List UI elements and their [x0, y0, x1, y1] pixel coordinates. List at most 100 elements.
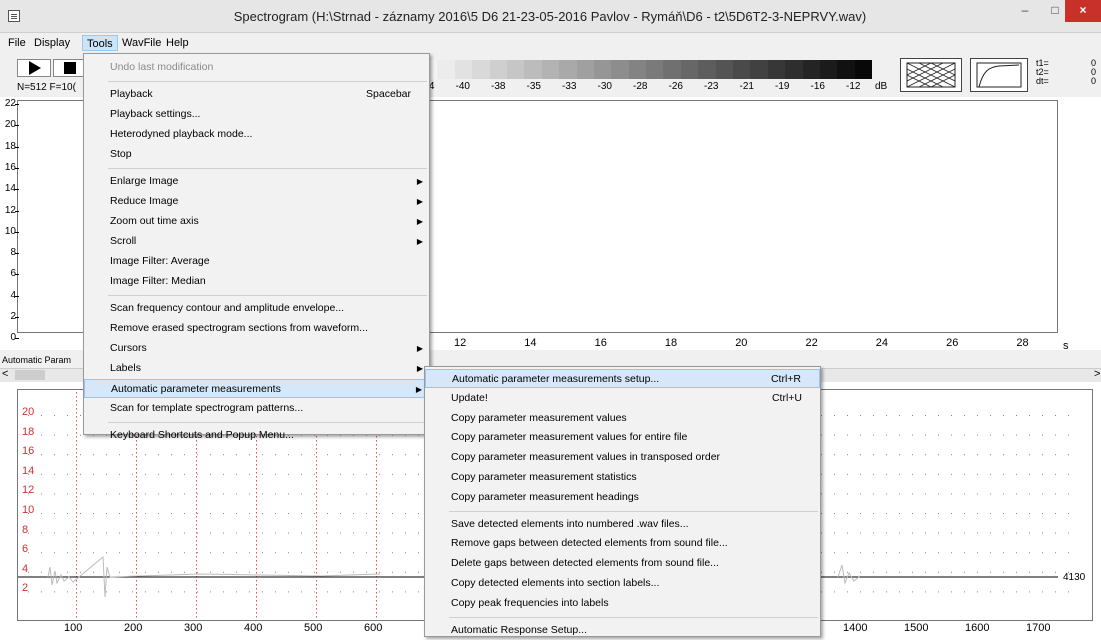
grid-dot	[136, 468, 137, 470]
frequency-tick-mark	[15, 167, 19, 169]
grid-dot	[210, 532, 211, 534]
grid-dot	[376, 608, 377, 610]
grid-dot	[1042, 571, 1043, 573]
grid-dot	[93, 571, 94, 573]
scroll-thumb[interactable]	[15, 370, 45, 380]
grid-dot	[76, 532, 77, 534]
grid-dot	[353, 454, 354, 456]
grid-dot	[136, 484, 137, 486]
menu-help[interactable]: Help	[162, 35, 193, 51]
frequency-tick-mark	[15, 274, 19, 276]
grid-dot	[76, 572, 77, 574]
minimize-button[interactable]: –	[1010, 0, 1040, 22]
menu-item-copy-peak-frequencies-into-labels[interactable]: Copy peak frequencies into labels	[425, 594, 820, 613]
grid-dot	[316, 452, 317, 454]
menu-item-labels[interactable]: Labels ▶	[84, 359, 429, 378]
grid-dot	[366, 493, 367, 495]
menu-item-keyboard-shortcuts-and-popup-menu[interactable]: Keyboard Shortcuts and Popup Menu...	[84, 426, 429, 445]
menu-item-playback[interactable]: Playback Spacebar	[84, 85, 429, 104]
db-swatch	[454, 60, 473, 79]
menu-item-update[interactable]: Update! Ctrl+U	[425, 389, 820, 408]
grid-dot	[376, 484, 377, 486]
menu-item-scan-frequency-contour-and-amplitude-envelope[interactable]: Scan frequency contour and amplitude env…	[84, 299, 429, 318]
grid-dot	[392, 532, 393, 534]
menu-item-automatic-parameter-measurements[interactable]: Automatic parameter measurements ▶	[84, 379, 429, 398]
dt-label: dt=	[1036, 76, 1049, 86]
grid-dot	[353, 493, 354, 495]
menu-item-delete-gaps-between-detected-elements-from-sound-file[interactable]: Delete gaps between detected elements fr…	[425, 554, 820, 573]
lower-x-label: 100	[64, 622, 83, 634]
menu-separator	[108, 422, 427, 423]
frequency-tick-mark	[15, 125, 19, 127]
menu-item-image-filter-median[interactable]: Image Filter: Median	[84, 272, 429, 291]
menu-item-zoom-out-time-axis[interactable]: Zoom out time axis ▶	[84, 212, 429, 231]
grid-dot	[249, 513, 250, 514]
grid-dot	[256, 616, 257, 618]
menu-item-reduce-image[interactable]: Reduce Image ▶	[84, 192, 429, 211]
close-button[interactable]: ×	[1065, 0, 1101, 22]
menu-item-automatic-parameter-measurements-setup[interactable]: Automatic parameter measurements setup..…	[425, 369, 820, 388]
lower-x-label: 1500	[904, 622, 929, 634]
lower-x-label: 300	[184, 622, 203, 634]
grid-dot	[196, 496, 197, 498]
menu-item-scroll[interactable]: Scroll ▶	[84, 232, 429, 251]
grid-dot	[76, 536, 77, 538]
menu-tools[interactable]: Tools	[82, 35, 118, 51]
grid-dot	[1042, 513, 1043, 514]
menu-item-copy-parameter-measurement-statistics[interactable]: Copy parameter measurement statistics	[425, 468, 820, 487]
menu-item-scan-for-template-spectrogram-patterns[interactable]: Scan for template spectrogram patterns..…	[84, 399, 429, 418]
menu-wavfile[interactable]: WavFile	[118, 35, 165, 51]
grid-dot	[136, 604, 137, 606]
grid-dot	[41, 591, 42, 593]
grid-dot	[405, 571, 406, 573]
app-icon[interactable]	[8, 10, 20, 22]
grid-dot	[316, 612, 317, 614]
grid-dot	[899, 532, 900, 534]
grid-dot	[938, 493, 939, 495]
grid-dot	[106, 552, 107, 554]
time-tick-label: 18	[664, 337, 678, 349]
grid-dot	[256, 588, 257, 590]
grid-dot	[67, 473, 68, 475]
scroll-left-arrow[interactable]: <	[2, 368, 8, 380]
menu-item-heterodyned-playback-mode[interactable]: Heterodyned playback mode...	[84, 125, 429, 144]
window-function-preview[interactable]	[900, 58, 962, 92]
menu-item-remove-erased-spectrogram-sections-from-waveform[interactable]: Remove erased spectrogram sections from …	[84, 319, 429, 338]
frequency-tick-mark	[15, 210, 19, 212]
lower-y-label: 10	[22, 504, 35, 516]
menu-item-enlarge-image[interactable]: Enlarge Image ▶	[84, 172, 429, 191]
grid-dot	[171, 493, 172, 495]
menu-item-label: Playback	[110, 88, 153, 100]
grid-dot	[196, 552, 197, 554]
auto-param-tab[interactable]: Automatic Param	[2, 355, 71, 365]
menu-item-copy-detected-elements-into-section-labels[interactable]: Copy detected elements into section labe…	[425, 574, 820, 593]
grid-dot	[288, 454, 289, 456]
grid-dot	[1029, 454, 1030, 456]
menu-file[interactable]: File	[4, 35, 30, 51]
grid-dot	[316, 480, 317, 482]
menu-item-copy-parameter-measurement-headings[interactable]: Copy parameter measurement headings	[425, 488, 820, 507]
menu-item-stop[interactable]: Stop	[84, 145, 429, 164]
lower-y-label: 12	[22, 484, 35, 497]
grid-dot	[316, 484, 317, 486]
grid-dot	[1055, 532, 1056, 534]
grid-dot	[76, 480, 77, 482]
grid-dot	[93, 454, 94, 456]
amplitude-curve-preview[interactable]	[970, 58, 1028, 92]
grid-dot	[860, 591, 861, 593]
menu-item-image-filter-average[interactable]: Image Filter: Average	[84, 252, 429, 271]
menu-item-copy-parameter-measurement-values-for-entire-file[interactable]: Copy parameter measurement values for en…	[425, 428, 820, 447]
grid-dot	[256, 552, 257, 554]
menu-item-remove-gaps-between-detected-elements-from-sound-file[interactable]: Remove gaps between detected elements fr…	[425, 534, 820, 553]
menu-item-save-detected-elements-into-numbered-wav-files[interactable]: Save detected elements into numbered .wa…	[425, 515, 820, 534]
menu-item-cursors[interactable]: Cursors ▶	[84, 339, 429, 358]
grid-dot	[136, 556, 137, 558]
menu-item-copy-parameter-measurement-values-in-transposed-order[interactable]: Copy parameter measurement values in tra…	[425, 448, 820, 467]
menu-item-playback-settings[interactable]: Playback settings...	[84, 105, 429, 124]
grid-dot	[93, 493, 94, 495]
menu-item-copy-parameter-measurement-values[interactable]: Copy parameter measurement values	[425, 409, 820, 428]
menu-display[interactable]: Display	[30, 35, 74, 51]
scroll-right-arrow[interactable]: >	[1094, 368, 1100, 380]
grid-dot	[899, 454, 900, 456]
grid-dot	[136, 488, 137, 490]
